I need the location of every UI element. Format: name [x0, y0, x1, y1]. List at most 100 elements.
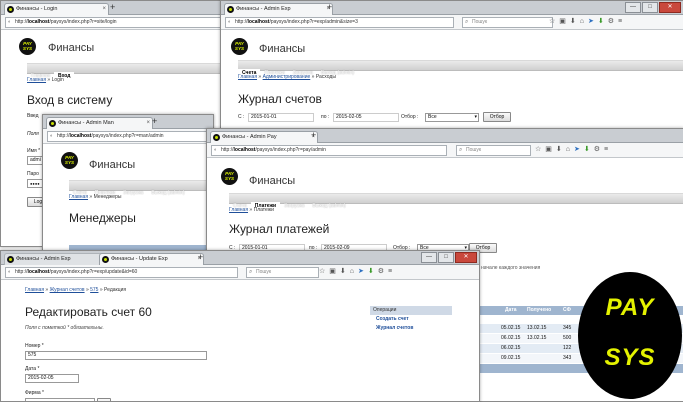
to-date-input[interactable]: 2015-02-05	[333, 113, 399, 122]
menu-icon[interactable]: ≡	[618, 18, 626, 25]
from-date-input[interactable]: 2015-01-01	[248, 113, 314, 122]
page-title: Менеджеры	[69, 211, 136, 225]
invoice-journal-link[interactable]: Журнал счетов	[370, 324, 452, 333]
window-admin-man[interactable]: Финансы - Admin Man × + http://localhost…	[42, 114, 214, 256]
download-icon[interactable]: ⬇	[570, 18, 580, 25]
menu-icon[interactable]: ≡	[388, 268, 396, 275]
close-window-icon[interactable]: ✕	[659, 2, 681, 13]
home-icon[interactable]: ⌂	[580, 18, 588, 25]
tab-admin-exp[interactable]: Финансы - Admin Exp ×	[224, 3, 333, 15]
maximize-icon[interactable]: □	[642, 2, 658, 13]
close-tab-icon[interactable]: ×	[102, 4, 106, 15]
search-input[interactable]: Пошук	[246, 267, 319, 278]
favicon-icon	[102, 256, 109, 263]
favicon-icon	[213, 134, 220, 141]
url-path: /paysys/index.php?r=site/login	[49, 19, 117, 25]
bookmark-icon[interactable]: ▣	[329, 268, 340, 275]
logo-icon: PAY SYS	[19, 38, 36, 55]
column-invoice[interactable]: СФ	[563, 306, 571, 315]
tab-bar: Финансы - Admin Man × +	[43, 115, 213, 129]
column-received[interactable]: Получено	[527, 306, 551, 315]
url-bar[interactable]: http://localhost/paysys/index.php?r=pay/…	[211, 145, 447, 156]
star-icon[interactable]: ☆	[319, 268, 329, 275]
breadcrumb: Главная » Журнал счетов » 575 » Редакция	[25, 287, 127, 293]
window-update-exp[interactable]: Финансы - Admin Exp × Финансы - Update E…	[0, 250, 480, 402]
search-input[interactable]: Пошук	[456, 145, 531, 156]
breadcrumb-item[interactable]: 575	[90, 287, 98, 293]
url-bar[interactable]: http://localhost/paysys/index.php?r=exp/…	[225, 17, 454, 28]
breadcrumb-home[interactable]: Главная	[25, 287, 44, 293]
extension-icon[interactable]: ⚙	[594, 146, 604, 153]
column-date[interactable]: Дата	[505, 306, 517, 315]
close-tab-icon[interactable]: ×	[146, 118, 150, 129]
new-tab-button[interactable]: +	[198, 252, 203, 263]
filter-label: Отбор :	[401, 114, 419, 120]
close-window-icon[interactable]: ✕	[455, 252, 477, 263]
main-menu: Счета Платежи Загрузка Выход (admin)	[69, 180, 213, 196]
breadcrumb-home[interactable]: Главная	[69, 194, 88, 200]
send-icon[interactable]: ➤	[358, 268, 368, 275]
tab-admin-man[interactable]: Финансы - Admin Man ×	[46, 117, 153, 129]
create-invoice-link[interactable]: Создать счет	[370, 315, 452, 324]
tab-login[interactable]: Финансы - Login ×	[4, 3, 109, 15]
favicon-icon	[49, 120, 56, 127]
nav-bar: http://localhost/paysys/index.php?r=man/…	[43, 129, 213, 144]
menu-icon[interactable]: ≡	[604, 146, 612, 153]
tab-admin-exp[interactable]: Финансы - Admin Exp ×	[4, 253, 109, 265]
tab-bar: Финансы - Admin Exp × Финансы - Update E…	[1, 251, 479, 265]
operations-menu: Операции Создать счет Журнал счетов	[370, 306, 452, 333]
logo-text-sys: SYS	[604, 344, 656, 371]
addon-icon[interactable]: ⬇	[368, 268, 378, 275]
breadcrumb-journal[interactable]: Журнал счетов	[50, 287, 85, 293]
addon-icon[interactable]: ⬇	[598, 18, 608, 25]
download-icon[interactable]: ⬇	[556, 146, 566, 153]
menu-upload[interactable]: Загрузка	[280, 202, 308, 211]
star-icon[interactable]: ☆	[535, 146, 545, 153]
toolbar-icons: ☆▣⬇⌂➤⬇⚙≡	[535, 145, 612, 154]
site-name: Финансы	[249, 175, 296, 187]
bookmark-icon[interactable]: ▣	[559, 18, 570, 25]
tab-admin-pay[interactable]: Финансы - Admin Pay ×	[210, 131, 318, 143]
window-admin-exp[interactable]: Финансы - Admin Exp × + —□✕ http://local…	[220, 0, 683, 132]
menu-upload[interactable]: Загрузка	[119, 189, 147, 198]
new-tab-button[interactable]: +	[311, 130, 316, 141]
firm-lookup-button[interactable]	[97, 398, 111, 401]
breadcrumb-admin[interactable]: Администрирование	[263, 74, 311, 80]
search-input[interactable]: Пошук	[462, 17, 553, 28]
home-icon[interactable]: ⌂	[350, 268, 358, 275]
home-icon[interactable]: ⌂	[566, 146, 574, 153]
maximize-icon[interactable]: □	[438, 252, 454, 263]
url-bar[interactable]: http://localhost/paysys/index.php?r=site…	[5, 17, 230, 28]
new-tab-button[interactable]: +	[327, 2, 332, 13]
filter-button[interactable]: Отбор	[483, 112, 511, 122]
extension-icon[interactable]: ⚙	[378, 268, 388, 275]
new-tab-button[interactable]: +	[152, 116, 157, 127]
filter-select[interactable]: Все	[425, 113, 479, 122]
breadcrumb-home[interactable]: Главная	[27, 77, 46, 83]
send-icon[interactable]: ➤	[574, 146, 584, 153]
addon-icon[interactable]: ⬇	[584, 146, 594, 153]
bookmark-icon[interactable]: ▣	[545, 146, 556, 153]
nav-bar: http://localhost/paysys/index.php?r=exp/…	[221, 15, 683, 30]
send-icon[interactable]: ➤	[588, 18, 598, 25]
date-input[interactable]: 2015-02-05	[25, 374, 79, 383]
menu-logout[interactable]: Выход (admin)	[308, 202, 349, 211]
new-tab-button[interactable]: +	[110, 2, 115, 13]
url-bar[interactable]: http://localhost/paysys/index.php?r=man/…	[47, 131, 213, 142]
breadcrumb-home[interactable]: Главная	[229, 207, 248, 213]
star-icon[interactable]: ☆	[549, 18, 559, 25]
page-title: Вход в систему	[27, 93, 113, 107]
tab-update-exp[interactable]: Финансы - Update Exp ×	[99, 253, 204, 265]
download-icon[interactable]: ⬇	[340, 268, 350, 275]
minimize-icon[interactable]: —	[421, 252, 437, 263]
firm-select[interactable]	[25, 398, 95, 401]
window-controls: — □ ✕	[625, 2, 681, 13]
url-bar[interactable]: http://localhost/paysys/index.php?r=exp/…	[5, 267, 238, 278]
number-input[interactable]: 575	[25, 351, 207, 360]
breadcrumb-home[interactable]: Главная	[238, 74, 257, 80]
password-label: Паро	[27, 171, 39, 177]
url-prefix: http://	[15, 19, 28, 25]
minimize-icon[interactable]: —	[625, 2, 641, 13]
extension-icon[interactable]: ⚙	[608, 18, 618, 25]
menu-logout[interactable]: Выход (admin)	[147, 189, 188, 198]
